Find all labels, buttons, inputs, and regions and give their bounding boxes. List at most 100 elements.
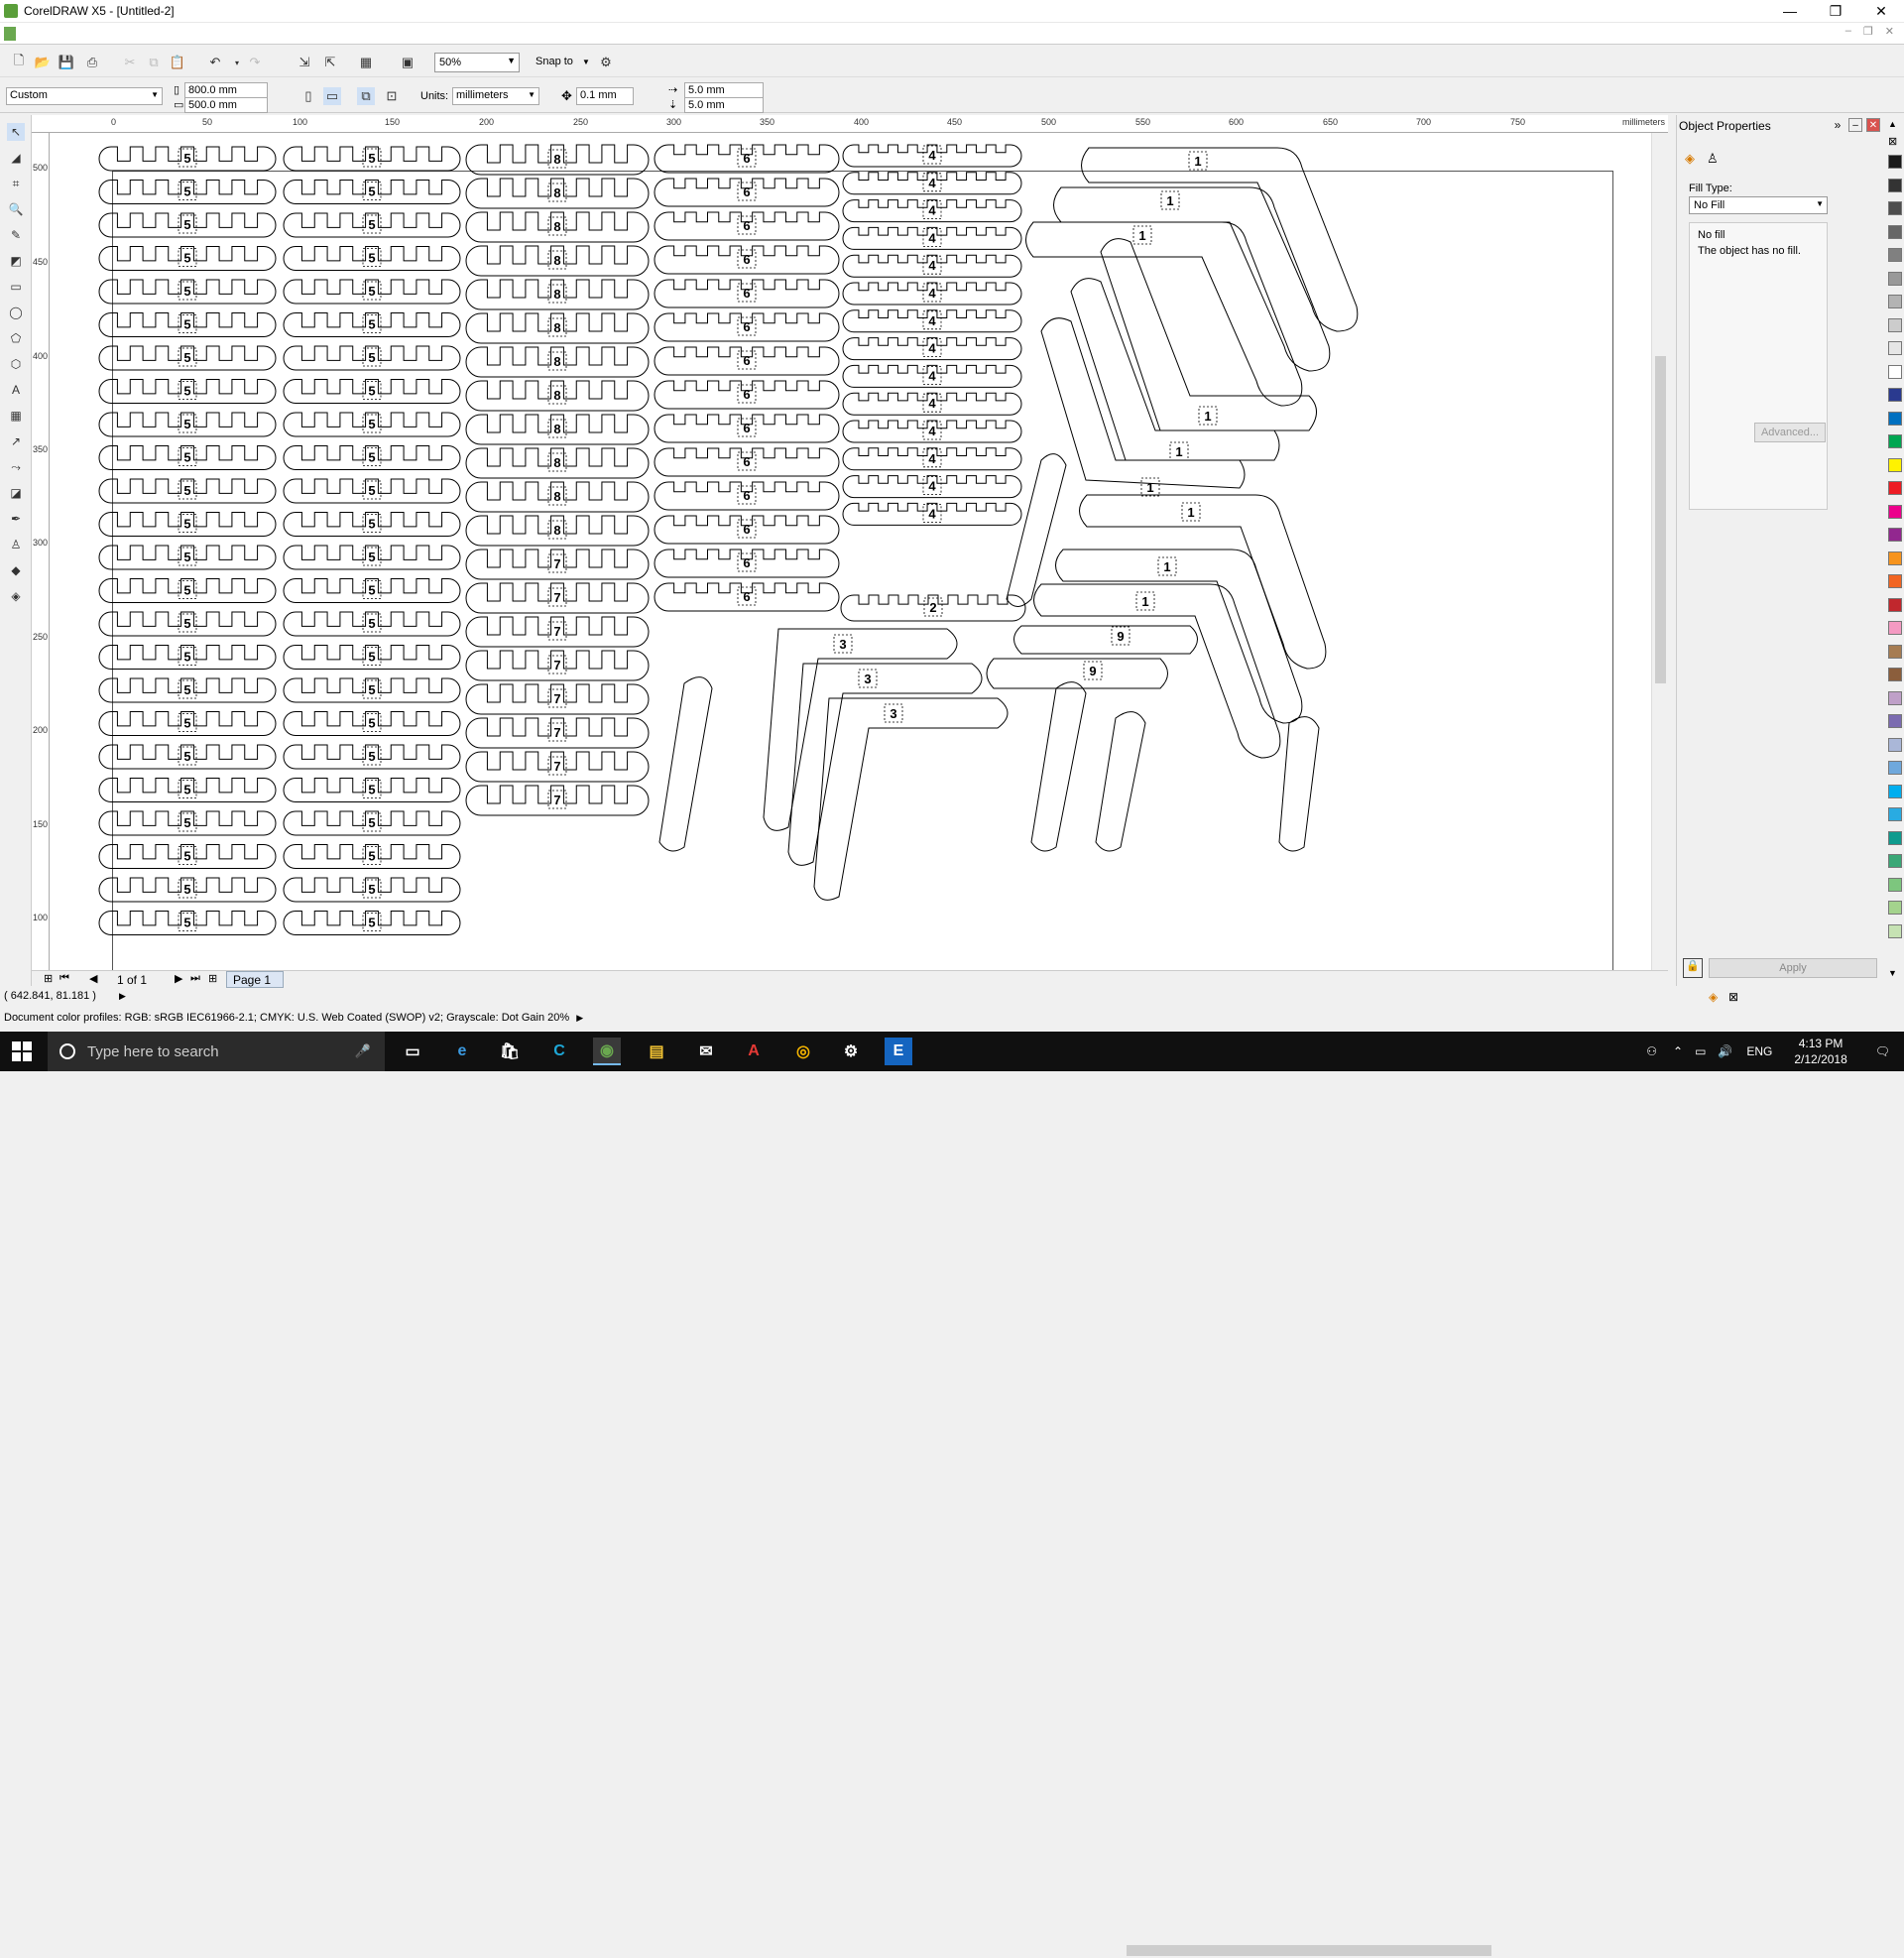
part-label[interactable]: 5 xyxy=(368,483,375,498)
part-label[interactable]: 5 xyxy=(368,682,375,697)
paste-icon[interactable]: 📋 xyxy=(169,54,186,71)
page-preset-select[interactable]: Custom ▼ xyxy=(6,87,163,105)
lock-icon[interactable]: 🔒 xyxy=(1683,958,1703,978)
doc-restore-icon[interactable]: ❐ xyxy=(1863,25,1873,38)
crop-tool-icon[interactable]: ⌗ xyxy=(7,175,25,192)
part-label[interactable]: 7 xyxy=(553,725,560,740)
export-icon[interactable]: ⇱ xyxy=(321,54,339,71)
microphone-icon[interactable]: 🎤 xyxy=(355,1043,371,1059)
part-label[interactable]: 5 xyxy=(368,450,375,465)
mail-icon[interactable]: ✉ xyxy=(692,1038,720,1065)
color-swatch[interactable] xyxy=(1888,690,1902,705)
bottom-strip-part[interactable] xyxy=(1095,711,1146,852)
part-label[interactable]: 5 xyxy=(183,151,190,166)
shape-tool-icon[interactable]: ◢ xyxy=(7,149,25,167)
part-label[interactable]: 8 xyxy=(553,388,560,403)
app-icon[interactable]: ⚙ xyxy=(837,1038,865,1065)
color-swatch[interactable] xyxy=(1888,364,1902,379)
notifications-icon[interactable]: 🗨 xyxy=(1875,1044,1890,1058)
part-label[interactable]: 1 xyxy=(1141,594,1148,609)
part-label[interactable]: 6 xyxy=(743,454,750,469)
color-swatch[interactable] xyxy=(1888,457,1902,472)
part-label[interactable]: 6 xyxy=(743,421,750,435)
part-label[interactable]: 8 xyxy=(553,219,560,234)
acrobat-icon[interactable]: A xyxy=(740,1038,768,1065)
color-swatch[interactable] xyxy=(1888,621,1902,635)
polygon-tool-icon[interactable]: ⬠ xyxy=(7,329,25,347)
color-swatch[interactable] xyxy=(1888,528,1902,542)
frame-part[interactable] xyxy=(1100,238,1317,431)
add-page-after-icon[interactable]: ⊞ xyxy=(208,972,217,985)
part-label[interactable]: 4 xyxy=(928,479,936,494)
outline-tab-icon[interactable]: ♙ xyxy=(1707,151,1719,167)
duplicate-y-field[interactable]: 5.0 mm xyxy=(684,97,764,113)
color-swatch[interactable] xyxy=(1888,923,1902,938)
all-pages-icon[interactable]: ⧉ xyxy=(357,87,375,105)
edge-browser-icon[interactable]: e xyxy=(448,1038,476,1065)
no-color-swatch-icon[interactable]: ⊠ xyxy=(1888,135,1897,148)
interactive-fill-icon[interactable]: ◈ xyxy=(7,587,25,605)
part-label[interactable]: 3 xyxy=(839,637,846,652)
part-label[interactable]: 8 xyxy=(553,152,560,167)
part-label[interactable]: 5 xyxy=(368,317,375,332)
clock[interactable]: 4:13 PM 2/12/2018 xyxy=(1794,1036,1846,1067)
collapse-icon[interactable]: » xyxy=(1831,118,1844,132)
part-label[interactable]: 6 xyxy=(743,184,750,199)
no-fill-indicator-icon[interactable]: ⊠ xyxy=(1728,990,1738,1004)
undo-dropdown-icon[interactable]: ▾ xyxy=(228,54,246,71)
connector-tool-icon[interactable]: ⤳ xyxy=(7,458,25,476)
color-swatch[interactable] xyxy=(1888,155,1902,169)
color-swatch[interactable] xyxy=(1888,434,1902,448)
part-label[interactable]: 4 xyxy=(928,286,936,301)
part-label[interactable]: 5 xyxy=(183,417,190,431)
part-label[interactable]: 5 xyxy=(368,616,375,631)
file-explorer-icon[interactable]: ▤ xyxy=(643,1038,670,1065)
part-label[interactable]: 9 xyxy=(1089,664,1096,678)
portrait-icon[interactable]: ▯ xyxy=(299,87,317,105)
color-swatch[interactable] xyxy=(1888,201,1902,215)
l-shaped-part[interactable] xyxy=(1055,549,1303,724)
part-label[interactable]: 8 xyxy=(553,489,560,504)
frame-part[interactable] xyxy=(1040,317,1246,489)
part-label[interactable]: 1 xyxy=(1166,193,1173,208)
color-swatch[interactable] xyxy=(1888,597,1902,612)
duplicate-x-field[interactable]: 5.0 mm xyxy=(684,82,764,98)
options-icon[interactable]: ⚙ xyxy=(597,54,615,71)
zoom-levels-select[interactable]: 50% ▼ xyxy=(434,53,520,72)
language-indicator[interactable]: ENG xyxy=(1746,1044,1772,1058)
prev-page-icon[interactable]: ◀ xyxy=(89,972,97,985)
l-shaped-part[interactable] xyxy=(1025,221,1303,407)
part-label[interactable]: 5 xyxy=(183,517,190,532)
part-label[interactable]: 1 xyxy=(1146,480,1153,495)
rectangle-tool-icon[interactable]: ▭ xyxy=(7,278,25,296)
palette-scroll-up-icon[interactable]: ▲ xyxy=(1888,119,1897,129)
part-label[interactable]: 5 xyxy=(368,916,375,930)
color-swatch[interactable] xyxy=(1888,271,1902,286)
part-label[interactable]: 5 xyxy=(368,849,375,864)
vertical-ruler[interactable]: 500 450 400 350 300 250 200 150 100 xyxy=(32,133,50,976)
part-label[interactable]: 6 xyxy=(743,589,750,604)
part-label[interactable]: 5 xyxy=(368,716,375,731)
volume-icon[interactable]: 🔊 xyxy=(1718,1044,1732,1058)
part-label[interactable]: 5 xyxy=(368,550,375,564)
cut-icon[interactable]: ✂ xyxy=(121,54,139,71)
page-height-field[interactable]: 500.0 mm xyxy=(184,97,268,113)
part-label[interactable]: 1 xyxy=(1194,154,1201,169)
current-page-icon[interactable]: ⊡ xyxy=(383,87,401,105)
new-document-icon[interactable]: 🗋 xyxy=(10,53,28,71)
drawing-canvas[interactable]: 5 5 5 5 5 5 5 5 5 5 5 5 5 5 5 5 5 5 5 5 5 5 5 5 5 5 5 5 5 5 5 5 5 5 5 5 5 5 5 5… xyxy=(50,133,1651,970)
bottom-strip-part[interactable] xyxy=(1278,716,1320,852)
color-swatch[interactable] xyxy=(1888,854,1902,868)
part-label[interactable]: 4 xyxy=(928,258,936,273)
smart-fill-icon[interactable]: ◩ xyxy=(7,252,25,270)
color-swatch[interactable] xyxy=(1888,411,1902,426)
part-label[interactable]: 5 xyxy=(183,350,190,365)
vertical-scroll-thumb[interactable] xyxy=(1655,356,1666,683)
part-label[interactable]: 1 xyxy=(1163,559,1170,574)
text-tool-icon[interactable]: A xyxy=(7,381,25,399)
welcome-screen-icon[interactable]: ▣ xyxy=(399,54,416,71)
part-label[interactable]: 5 xyxy=(183,217,190,232)
store-icon[interactable]: 🛍 xyxy=(496,1038,524,1065)
part-label[interactable]: 6 xyxy=(743,488,750,503)
show-hidden-icons-icon[interactable]: ⌃ xyxy=(1673,1044,1683,1058)
